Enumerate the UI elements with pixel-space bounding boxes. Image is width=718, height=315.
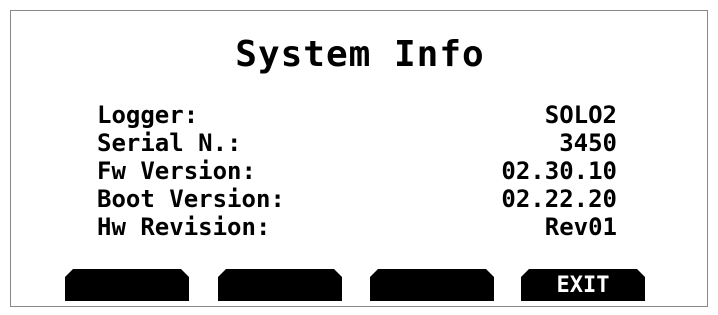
logger-label: Logger: — [97, 101, 199, 129]
info-list: Logger: SOLO2 Serial N.: 3450 Fw Version… — [97, 101, 617, 241]
info-row-boot-version: Boot Version: 02.22.20 — [97, 185, 617, 213]
boot-version-label: Boot Version: — [97, 185, 285, 213]
softkey-3-button[interactable] — [370, 269, 494, 301]
info-row-fw-version: Fw Version: 02.30.10 — [97, 157, 617, 185]
logger-value: SOLO2 — [544, 101, 617, 129]
softkey-2-button[interactable] — [218, 269, 342, 301]
serial-label: Serial N.: — [97, 129, 242, 157]
info-row-logger: Logger: SOLO2 — [97, 101, 617, 129]
hw-revision-label: Hw Revision: — [97, 213, 271, 241]
display-screen: System Info Logger: SOLO2 Serial N.: 345… — [10, 10, 708, 307]
hw-revision-value: Rev01 — [544, 213, 617, 241]
fw-version-label: Fw Version: — [97, 157, 256, 185]
exit-button[interactable]: EXIT — [521, 269, 645, 301]
info-row-hw-revision: Hw Revision: Rev01 — [97, 213, 617, 241]
serial-value: 3450 — [559, 129, 617, 157]
fw-version-value: 02.30.10 — [501, 157, 617, 185]
page-title: System Info — [235, 34, 485, 75]
softkey-bar: EXIT — [65, 269, 645, 301]
info-row-serial: Serial N.: 3450 — [97, 129, 617, 157]
boot-version-value: 02.22.20 — [501, 185, 617, 213]
softkey-1-button[interactable] — [65, 269, 189, 301]
